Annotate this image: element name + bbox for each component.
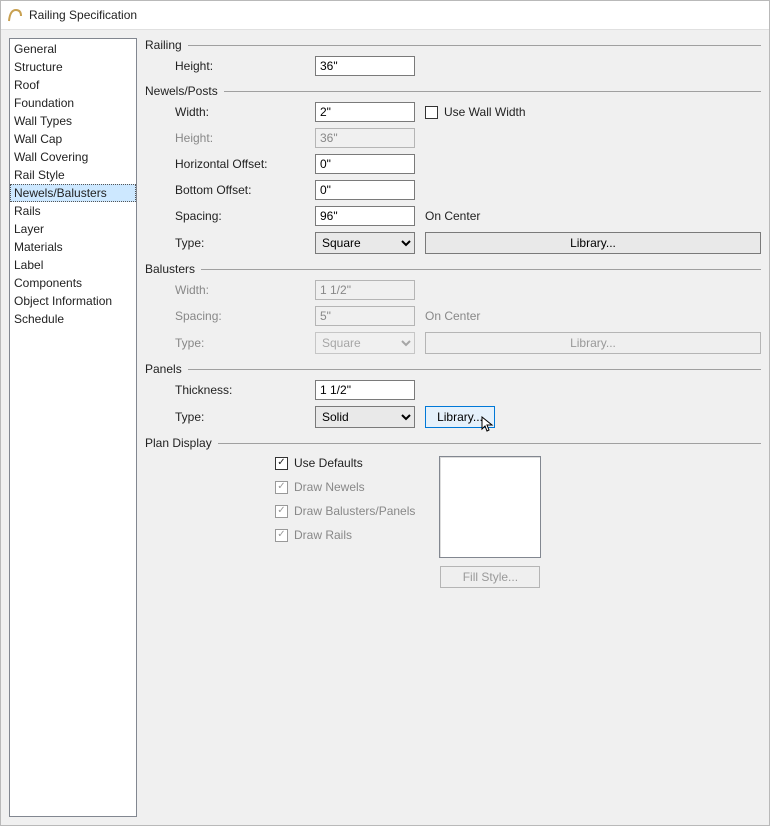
newels-width-label: Width:: [175, 105, 305, 119]
panels-library-button[interactable]: Library...: [425, 406, 495, 428]
newels-boff-input[interactable]: [315, 180, 415, 200]
sidebar-item[interactable]: General: [10, 40, 136, 58]
sidebar-item[interactable]: Label: [10, 256, 136, 274]
sidebar-item[interactable]: Foundation: [10, 94, 136, 112]
balusters-width-label: Width:: [175, 283, 305, 297]
checkbox-box: ✓: [275, 481, 288, 494]
sidebar[interactable]: GeneralStructureRoofFoundationWall Types…: [9, 38, 137, 817]
draw-rails-checkbox: ✓ Draw Rails: [275, 528, 415, 542]
railing-icon: [7, 7, 23, 23]
group-railing: Railing Height:: [145, 38, 761, 76]
panels-thickness-input[interactable]: [315, 380, 415, 400]
draw-balusters-checkbox: ✓ Draw Balusters/Panels: [275, 504, 415, 518]
sidebar-item[interactable]: Wall Covering: [10, 148, 136, 166]
newels-type-combo[interactable]: Square: [315, 232, 415, 254]
sidebar-item[interactable]: Schedule: [10, 310, 136, 328]
group-title-balusters: Balusters: [145, 262, 195, 276]
group-panels: Panels Thickness: Type: Solid Library...: [145, 362, 761, 428]
draw-newels-checkbox: ✓ Draw Newels: [275, 480, 415, 494]
use-defaults-label: Use Defaults: [294, 456, 363, 470]
dialog-window: Railing Specification GeneralStructureRo…: [0, 0, 770, 826]
fill-style-button: Fill Style...: [440, 566, 540, 588]
sidebar-item[interactable]: Object Information: [10, 292, 136, 310]
sidebar-item[interactable]: Newels/Balusters: [10, 184, 136, 202]
checkbox-box: ✓: [275, 529, 288, 542]
checkbox-box: ✓: [275, 457, 288, 470]
separator: [201, 269, 761, 270]
sidebar-item[interactable]: Structure: [10, 58, 136, 76]
sidebar-item[interactable]: Components: [10, 274, 136, 292]
use-wall-width-label: Use Wall Width: [444, 105, 526, 119]
balusters-type-label: Type:: [175, 336, 305, 350]
panels-thickness-label: Thickness:: [175, 383, 305, 397]
use-wall-width-checkbox[interactable]: Use Wall Width: [425, 105, 761, 119]
sidebar-item[interactable]: Rails: [10, 202, 136, 220]
balusters-type-combo: Square: [315, 332, 415, 354]
titlebar: Railing Specification: [1, 1, 769, 30]
group-title-panels: Panels: [145, 362, 182, 376]
newels-height-input: [315, 128, 415, 148]
plan-preview-swatch: [439, 456, 541, 558]
separator: [218, 443, 761, 444]
balusters-library-button: Library...: [425, 332, 761, 354]
railing-height-label: Height:: [175, 59, 305, 73]
draw-newels-label: Draw Newels: [294, 480, 365, 494]
group-newels: Newels/Posts Width: Use Wall Width Heigh…: [145, 84, 761, 254]
group-plan-display: Plan Display ✓ Use Defaults ✓ Draw Newel…: [145, 436, 761, 588]
use-defaults-checkbox[interactable]: ✓ Use Defaults: [275, 456, 415, 470]
sidebar-item[interactable]: Wall Cap: [10, 130, 136, 148]
panels-type-label: Type:: [175, 410, 305, 424]
sidebar-item[interactable]: Layer: [10, 220, 136, 238]
balusters-spacing-input: [315, 306, 415, 326]
balusters-width-input: [315, 280, 415, 300]
newels-spacing-label: Spacing:: [175, 209, 305, 223]
dialog-body: GeneralStructureRoofFoundationWall Types…: [1, 30, 769, 825]
newels-hoff-label: Horizontal Offset:: [175, 157, 305, 171]
newels-spacing-input[interactable]: [315, 206, 415, 226]
newels-height-label: Height:: [175, 131, 305, 145]
sidebar-item[interactable]: Roof: [10, 76, 136, 94]
newels-boff-label: Bottom Offset:: [175, 183, 305, 197]
sidebar-item[interactable]: Wall Types: [10, 112, 136, 130]
balusters-spacing-label: Spacing:: [175, 309, 305, 323]
sidebar-item[interactable]: Rail Style: [10, 166, 136, 184]
newels-type-label: Type:: [175, 236, 305, 250]
railing-height-input[interactable]: [315, 56, 415, 76]
dialog-title: Railing Specification: [29, 8, 137, 22]
separator: [188, 369, 761, 370]
sidebar-item[interactable]: Materials: [10, 238, 136, 256]
group-balusters: Balusters Width: Spacing: On Center Type…: [145, 262, 761, 354]
newels-spacing-after: On Center: [425, 209, 761, 223]
draw-rails-label: Draw Rails: [294, 528, 352, 542]
draw-balusters-label: Draw Balusters/Panels: [294, 504, 415, 518]
newels-hoff-input[interactable]: [315, 154, 415, 174]
newels-library-button[interactable]: Library...: [425, 232, 761, 254]
content-panel: Railing Height: Newels/Posts Width:: [145, 38, 761, 817]
separator: [188, 45, 761, 46]
group-title-plan: Plan Display: [145, 436, 212, 450]
group-title-railing: Railing: [145, 38, 182, 52]
balusters-spacing-after: On Center: [425, 309, 761, 323]
newels-width-input[interactable]: [315, 102, 415, 122]
checkbox-box: ✓: [275, 505, 288, 518]
separator: [224, 91, 761, 92]
checkbox-box: [425, 106, 438, 119]
panels-type-combo[interactable]: Solid: [315, 406, 415, 428]
group-title-newels: Newels/Posts: [145, 84, 218, 98]
